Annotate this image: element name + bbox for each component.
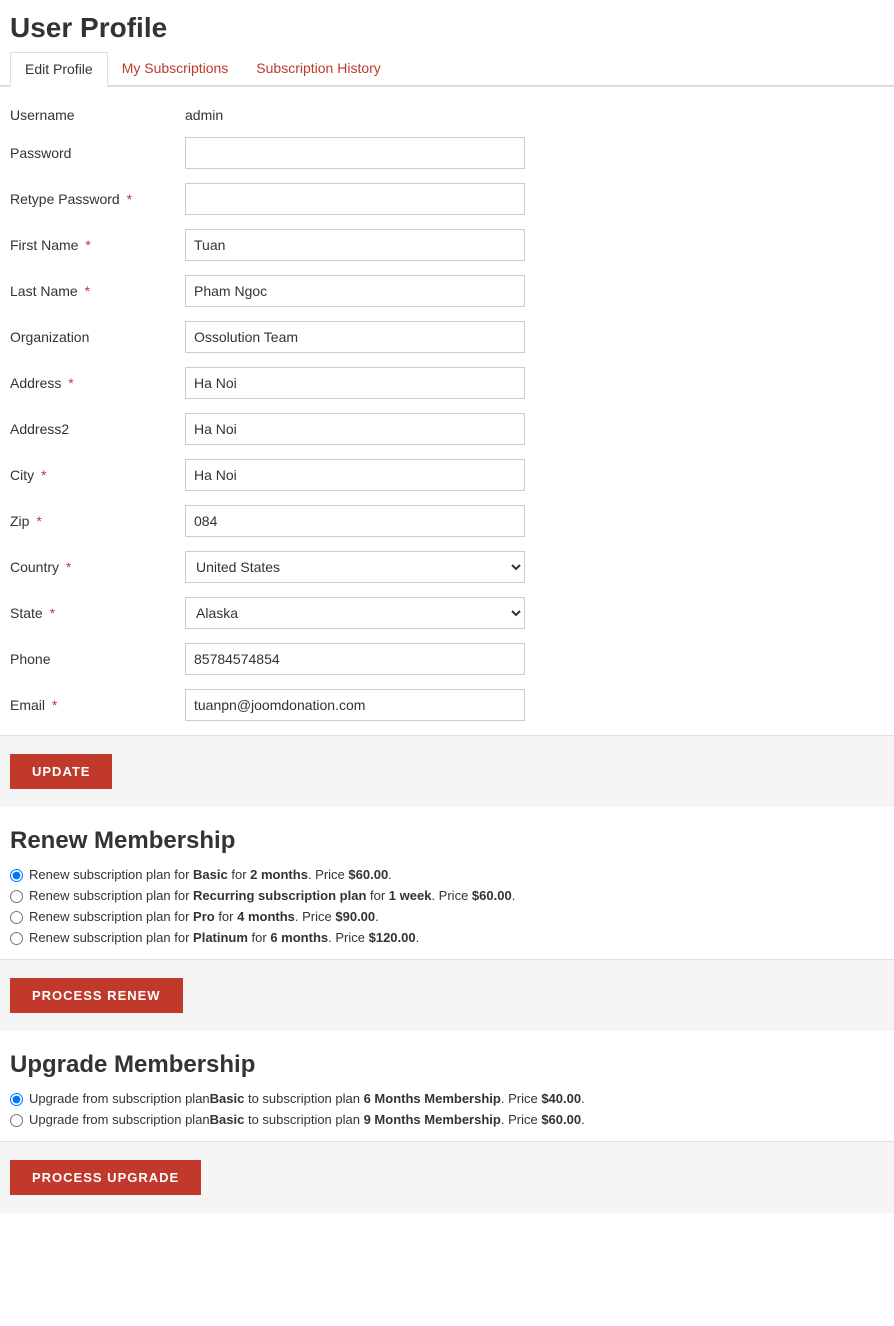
city-row: City * (10, 459, 884, 491)
password-label: Password (10, 145, 185, 161)
edit-profile-form: Username admin Password Retype Password … (0, 107, 894, 721)
required-star: * (46, 605, 55, 621)
required-star: * (32, 513, 41, 529)
address-row: Address * (10, 367, 884, 399)
renew-option-1: Renew subscription plan for Basic for 2 … (10, 867, 884, 882)
lastname-row: Last Name * (10, 275, 884, 307)
zip-label: Zip * (10, 513, 185, 529)
firstname-input[interactable] (185, 229, 525, 261)
retype-password-row: Retype Password * (10, 183, 884, 215)
upgrade-membership-title: Upgrade Membership (10, 1051, 884, 1079)
required-star: * (48, 697, 57, 713)
password-row: Password (10, 137, 884, 169)
organization-label: Organization (10, 329, 185, 345)
organization-input[interactable] (185, 321, 525, 353)
username-row: Username admin (10, 107, 884, 123)
phone-label: Phone (10, 651, 185, 667)
upgrade-radio-1[interactable] (10, 1093, 23, 1106)
upgrade-radio-2[interactable] (10, 1114, 23, 1127)
state-select[interactable]: Alaska Alabama California New York (185, 597, 525, 629)
renew-membership-title: Renew Membership (10, 827, 884, 855)
renew-option-2: Renew subscription plan for Recurring su… (10, 888, 884, 903)
update-footer: UPDATE (0, 735, 894, 807)
phone-input[interactable] (185, 643, 525, 675)
process-upgrade-button[interactable]: PROCESS UPGRADE (10, 1160, 201, 1195)
firstname-row: First Name * (10, 229, 884, 261)
organization-row: Organization (10, 321, 884, 353)
email-label: Email * (10, 697, 185, 713)
lastname-label: Last Name * (10, 283, 185, 299)
renew-radio-3[interactable] (10, 911, 23, 924)
tab-bar: Edit Profile My Subscriptions Subscripti… (0, 52, 894, 87)
address-label: Address * (10, 375, 185, 391)
address-input[interactable] (185, 367, 525, 399)
upgrade-label-2: Upgrade from subscription planBasic to s… (29, 1112, 585, 1127)
username-value: admin (185, 107, 223, 123)
zip-row: Zip * (10, 505, 884, 537)
password-input[interactable] (185, 137, 525, 169)
address2-row: Address2 (10, 413, 884, 445)
renew-option-4: Renew subscription plan for Platinum for… (10, 930, 884, 945)
renew-label-4: Renew subscription plan for Platinum for… (29, 930, 419, 945)
page-title: User Profile (0, 0, 894, 52)
renew-option-3: Renew subscription plan for Pro for 4 mo… (10, 909, 884, 924)
city-input[interactable] (185, 459, 525, 491)
renew-label-1: Renew subscription plan for Basic for 2 … (29, 867, 392, 882)
retype-password-input[interactable] (185, 183, 525, 215)
required-star: * (64, 375, 73, 391)
required-star: * (81, 237, 90, 253)
country-select[interactable]: United States Vietnam United Kingdom (185, 551, 525, 583)
address2-input[interactable] (185, 413, 525, 445)
state-label: State * (10, 605, 185, 621)
tab-subscription-history[interactable]: Subscription History (242, 52, 395, 85)
phone-row: Phone (10, 643, 884, 675)
renew-label-2: Renew subscription plan for Recurring su… (29, 888, 515, 903)
firstname-label: First Name * (10, 237, 185, 253)
renew-footer: PROCESS RENEW (0, 959, 894, 1031)
tab-my-subscriptions[interactable]: My Subscriptions (108, 52, 243, 85)
upgrade-option-1: Upgrade from subscription planBasic to s… (10, 1091, 884, 1106)
country-label: Country * (10, 559, 185, 575)
required-star: * (81, 283, 90, 299)
city-label: City * (10, 467, 185, 483)
upgrade-membership-section: Upgrade Membership Upgrade from subscrip… (0, 1031, 894, 1127)
renew-radio-1[interactable] (10, 869, 23, 882)
process-renew-button[interactable]: PROCESS RENEW (10, 978, 183, 1013)
update-button[interactable]: UPDATE (10, 754, 112, 789)
zip-input[interactable] (185, 505, 525, 537)
renew-membership-section: Renew Membership Renew subscription plan… (0, 807, 894, 945)
renew-radio-2[interactable] (10, 890, 23, 903)
upgrade-footer: PROCESS UPGRADE (0, 1141, 894, 1213)
username-label: Username (10, 107, 185, 123)
renew-radio-4[interactable] (10, 932, 23, 945)
state-row: State * Alaska Alabama California New Yo… (10, 597, 884, 629)
retype-password-label: Retype Password * (10, 191, 185, 207)
required-star: * (37, 467, 46, 483)
tab-edit-profile[interactable]: Edit Profile (10, 52, 108, 87)
required-star: * (123, 191, 132, 207)
country-row: Country * United States Vietnam United K… (10, 551, 884, 583)
upgrade-label-1: Upgrade from subscription planBasic to s… (29, 1091, 585, 1106)
renew-label-3: Renew subscription plan for Pro for 4 mo… (29, 909, 379, 924)
lastname-input[interactable] (185, 275, 525, 307)
email-input[interactable] (185, 689, 525, 721)
required-star: * (62, 559, 71, 575)
email-row: Email * (10, 689, 884, 721)
upgrade-option-2: Upgrade from subscription planBasic to s… (10, 1112, 884, 1127)
address2-label: Address2 (10, 421, 185, 437)
